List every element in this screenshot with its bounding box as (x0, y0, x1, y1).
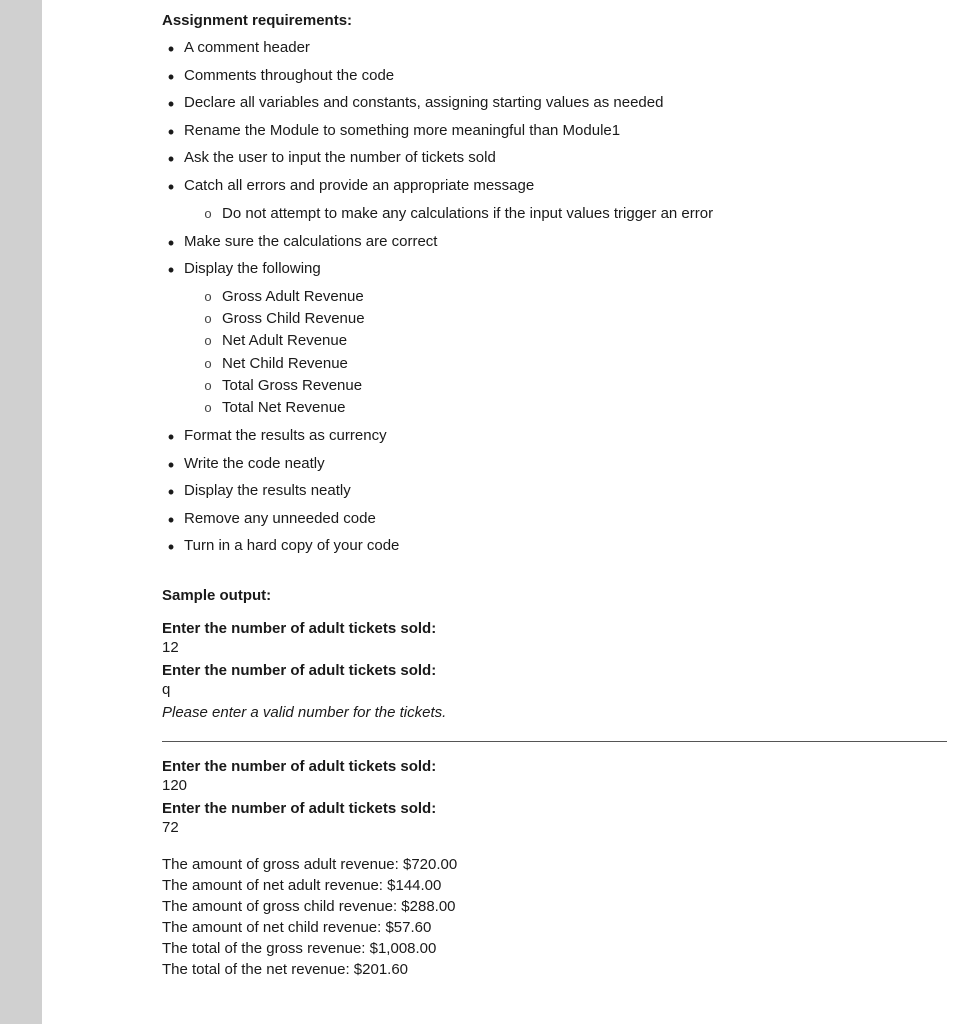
list-item-text: Display the following (184, 260, 321, 277)
list-item: • Format the results as currency (162, 427, 947, 449)
bullet-icon: • (162, 233, 180, 255)
sub-list-item: o Do not attempt to make any calculation… (198, 205, 713, 223)
bullet-icon: • (162, 122, 180, 144)
list-item-text: Catch all errors and provide an appropri… (184, 177, 534, 194)
bullet-icon: • (162, 427, 180, 449)
revenue-line-4: The total of the gross revenue: $1,008.0… (162, 940, 947, 957)
list-item-text: Format the results as currency (184, 427, 387, 444)
revenue-line-2: The amount of gross child revenue: $288.… (162, 898, 947, 915)
sub-list-item: o Gross Child Revenue (198, 310, 365, 328)
list-item-text: Write the code neatly (184, 455, 325, 472)
list-item-text: Display the results neatly (184, 482, 351, 499)
output-value-1a: 12 (162, 639, 947, 656)
bullet-icon: • (162, 94, 180, 116)
bullet-icon: • (162, 455, 180, 477)
revenue-line-3: The amount of net child revenue: $57.60 (162, 919, 947, 936)
sub-list-item-text: Total Net Revenue (222, 399, 345, 416)
revenue-line-5: The total of the net revenue: $201.60 (162, 961, 947, 978)
assignment-heading: Assignment requirements: (162, 12, 947, 29)
sub-list-item-text: Do not attempt to make any calculations … (222, 205, 713, 222)
output-label-2a: Enter the number of adult tickets sold: (162, 758, 947, 775)
output-error-1: Please enter a valid number for the tick… (162, 704, 947, 721)
sub-bullet-icon: o (198, 377, 218, 395)
output-value-1b: q (162, 681, 947, 698)
output-label-2b: Enter the number of adult tickets sold: (162, 800, 947, 817)
list-item: • Display the following o Gross Adult Re… (162, 260, 947, 421)
list-item-text: Remove any unneeded code (184, 510, 376, 527)
bullet-icon: • (162, 537, 180, 559)
list-item: • Remove any unneeded code (162, 510, 947, 532)
bullet-icon: • (162, 67, 180, 89)
list-item-text: Rename the Module to something more mean… (184, 122, 620, 139)
list-item: • Make sure the calculations are correct (162, 233, 947, 255)
sub-list: o Gross Adult Revenue o Gross Child Reve… (198, 288, 365, 417)
bullet-icon: • (162, 177, 180, 199)
sub-list-item: o Total Gross Revenue (198, 377, 365, 395)
bullet-icon: • (162, 260, 180, 282)
sub-bullet-icon: o (198, 399, 218, 417)
list-item: • Catch all errors and provide an approp… (162, 177, 947, 227)
requirements-list: • A comment header • Comments throughout… (162, 39, 947, 559)
divider (162, 741, 947, 742)
sub-bullet-icon: o (198, 332, 218, 350)
sample-output-section: Sample output: Enter the number of adult… (162, 587, 947, 978)
sub-list: o Do not attempt to make any calculation… (198, 205, 713, 223)
list-item: • A comment header (162, 39, 947, 61)
list-item: • Rename the Module to something more me… (162, 122, 947, 144)
revenue-lines: The amount of gross adult revenue: $720.… (162, 856, 947, 978)
list-item-text: Turn in a hard copy of your code (184, 537, 399, 554)
sub-list-item-text: Net Child Revenue (222, 355, 348, 372)
list-item-text: Declare all variables and constants, ass… (184, 94, 663, 111)
sub-list-item: o Net Adult Revenue (198, 332, 365, 350)
bullet-icon: • (162, 510, 180, 532)
sub-bullet-icon: o (198, 288, 218, 306)
sub-list-item-text: Total Gross Revenue (222, 377, 362, 394)
bullet-icon: • (162, 482, 180, 504)
sample-output-heading: Sample output: (162, 587, 947, 604)
list-item: • Write the code neatly (162, 455, 947, 477)
list-item: • Declare all variables and constants, a… (162, 94, 947, 116)
list-item-text: A comment header (184, 39, 310, 56)
list-item: • Turn in a hard copy of your code (162, 537, 947, 559)
list-item-text: Comments throughout the code (184, 67, 394, 84)
sub-bullet-icon: o (198, 310, 218, 328)
output-value-2a: 120 (162, 777, 947, 794)
sub-list-item: o Gross Adult Revenue (198, 288, 365, 306)
sub-bullet-icon: o (198, 355, 218, 373)
sub-list-item-text: Gross Child Revenue (222, 310, 365, 327)
output-block-2: Enter the number of adult tickets sold: … (162, 758, 947, 836)
list-item: • Ask the user to input the number of ti… (162, 149, 947, 171)
list-item-text: Make sure the calculations are correct (184, 233, 437, 250)
main-content: Assignment requirements: • A comment hea… (42, 0, 971, 1024)
revenue-line-1: The amount of net adult revenue: $144.00 (162, 877, 947, 894)
list-item: • Comments throughout the code (162, 67, 947, 89)
output-label-1a: Enter the number of adult tickets sold: (162, 620, 947, 637)
sub-list-item: o Net Child Revenue (198, 355, 365, 373)
sub-list-item-text: Net Adult Revenue (222, 332, 347, 349)
revenue-line-0: The amount of gross adult revenue: $720.… (162, 856, 947, 873)
output-value-2b: 72 (162, 819, 947, 836)
output-block-1: Enter the number of adult tickets sold: … (162, 620, 947, 721)
list-item-text: Ask the user to input the number of tick… (184, 149, 496, 166)
bullet-icon: • (162, 149, 180, 171)
list-item: • Display the results neatly (162, 482, 947, 504)
output-label-1b: Enter the number of adult tickets sold: (162, 662, 947, 679)
bullet-icon: • (162, 39, 180, 61)
sub-bullet-icon: o (198, 205, 218, 223)
sub-list-item-text: Gross Adult Revenue (222, 288, 364, 305)
left-sidebar (0, 0, 42, 1024)
sub-list-item: o Total Net Revenue (198, 399, 365, 417)
